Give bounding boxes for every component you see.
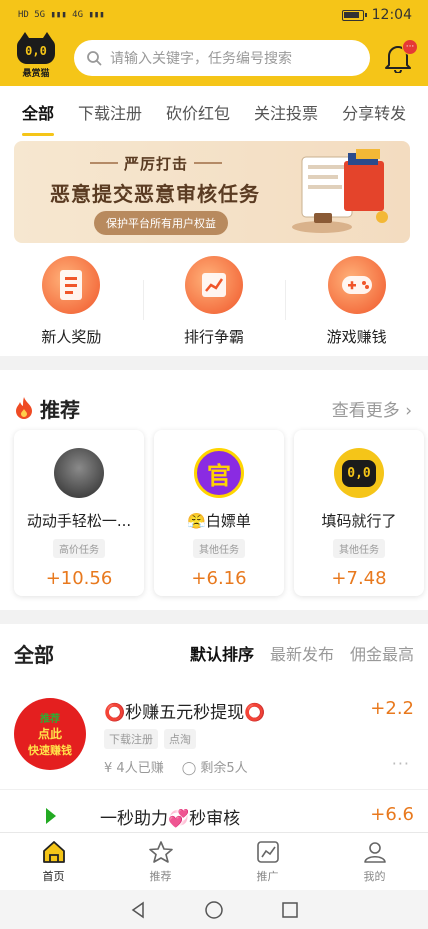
- nav-promote[interactable]: 推广: [214, 833, 321, 890]
- card-tag: 高价任务: [53, 539, 105, 558]
- home-circle-icon[interactable]: [204, 900, 224, 920]
- view-more-link[interactable]: 查看更多 ›: [332, 396, 412, 421]
- card-name: 😤白嫖单: [187, 512, 251, 530]
- sort-default[interactable]: 默认排序: [190, 641, 254, 665]
- card-price: +10.56: [45, 568, 113, 589]
- avatar: 官: [194, 448, 244, 498]
- gamepad-icon: [327, 256, 386, 314]
- battery-icon: [341, 9, 367, 21]
- list-item[interactable]: 推荐 点此 快速赚钱 ⭕秒赚五元秒提现⭕ 下载注册 点淘 ¥ 4人已赚 ◯ 剩余…: [0, 682, 428, 790]
- earned-count: ¥ 4人已赚: [104, 761, 164, 776]
- all-title: 全部: [14, 642, 54, 667]
- avatar: 0,0: [334, 448, 384, 498]
- nav-recommend[interactable]: 推荐: [107, 833, 214, 890]
- card-tag: 其他任务: [333, 539, 385, 558]
- logo-text: 悬赏猫: [22, 68, 50, 79]
- status-time: 12:04: [371, 7, 412, 23]
- search-icon: [87, 51, 102, 66]
- quick-ranking[interactable]: 排行争霸: [142, 252, 286, 352]
- gavel-illustration: [292, 149, 388, 233]
- tab-download-register[interactable]: 下载注册: [78, 100, 142, 124]
- quick-game-earn[interactable]: 游戏赚钱: [285, 252, 428, 352]
- status-bar: HD 5G ▮▮▮ 4G ▮▮▮ 12:04: [0, 0, 428, 30]
- chevron-right-icon: ›: [405, 400, 412, 421]
- task-thumbnail: 推荐 点此 快速赚钱: [14, 698, 86, 770]
- person-icon: ◯: [181, 761, 197, 776]
- remaining-count: ◯ 剩余5人: [181, 761, 248, 776]
- card-name: 填码就行了: [321, 512, 397, 530]
- system-nav-bar: [0, 890, 428, 929]
- search-placeholder: 请输入关键字，任务编号搜索: [110, 51, 292, 67]
- banner-line2: 恶意提交恶意审核任务: [50, 182, 260, 206]
- recommend-card[interactable]: 动动手轻松一... 高价任务 +10.56: [14, 430, 144, 596]
- fire-icon: [16, 397, 32, 419]
- sort-latest[interactable]: 最新发布: [270, 641, 334, 665]
- search-input[interactable]: 请输入关键字，任务编号搜索: [74, 40, 370, 76]
- card-price: +6.16: [191, 568, 247, 589]
- quick-entries: 新人奖励 排行争霸 游戏赚钱: [0, 252, 428, 352]
- more-options-icon[interactable]: ···: [392, 754, 410, 773]
- gift-doc-icon: [42, 256, 101, 314]
- quick-label: 新人奖励: [41, 328, 102, 346]
- quick-label: 游戏赚钱: [326, 328, 387, 346]
- card-name: 动动手轻松一...: [26, 512, 132, 530]
- recommend-title: 推荐: [14, 394, 80, 423]
- tab-all[interactable]: 全部: [22, 100, 55, 136]
- header: 0,0 悬赏猫 请输入关键字，任务编号搜索 ···: [0, 30, 428, 86]
- sort-highest-commission[interactable]: 佣金最高: [350, 641, 414, 665]
- tab-share[interactable]: 分享转发: [342, 100, 406, 124]
- banner-line1: 严厉打击: [89, 155, 223, 173]
- task-title: ⭕秒赚五元秒提现⭕: [104, 703, 266, 723]
- recents-icon[interactable]: [280, 900, 300, 920]
- trend-icon: [256, 840, 279, 863]
- recommend-card[interactable]: 0,0 填码就行了 其他任务 +7.48: [294, 430, 424, 596]
- app-logo: 0,0 悬赏猫: [14, 31, 58, 80]
- all-tasks-section: 全部 默认排序 最新发布 佣金最高 推荐 点此 快速赚钱 ⭕秒赚五元秒提现⭕ 下…: [0, 624, 428, 834]
- card-tag: 其他任务: [193, 539, 245, 558]
- banner-line3: 保护平台所有用户权益: [94, 211, 228, 235]
- yen-icon: ¥: [104, 761, 113, 776]
- notification-badge: ···: [402, 39, 418, 55]
- logo-face: 0,0: [17, 31, 55, 64]
- star-icon: [148, 840, 173, 863]
- user-icon: [363, 841, 386, 863]
- task-title: 一秒助力💞秒审核: [100, 809, 241, 829]
- home-icon: [42, 840, 65, 863]
- play-icon: [46, 808, 56, 824]
- task-tag: 点淘: [164, 729, 196, 749]
- back-icon[interactable]: [128, 900, 148, 920]
- top-bar: HD 5G ▮▮▮ 4G ▮▮▮ 12:04 0,0 悬赏猫 请输入关键字，任务…: [0, 0, 428, 86]
- recommend-card[interactable]: 官 😤白嫖单 其他任务 +6.16: [154, 430, 284, 596]
- notification-button[interactable]: ···: [384, 39, 418, 74]
- nav-mine[interactable]: 我的: [321, 833, 428, 890]
- recommend-section: 推荐 查看更多 › 动动手轻松一... 高价任务 +10.56 官 😤白嫖单 其…: [0, 370, 428, 610]
- chart-icon: [185, 256, 243, 314]
- task-tag: 下载注册: [104, 729, 158, 749]
- card-price: +7.48: [331, 568, 387, 589]
- announcement-banner[interactable]: 严厉打击 恶意提交恶意审核任务 保护平台所有用户权益: [14, 141, 410, 243]
- nav-home[interactable]: 首页: [0, 833, 107, 890]
- bottom-nav: 首页 推荐 推广 我的: [0, 832, 428, 890]
- tab-follow-vote[interactable]: 关注投票: [254, 100, 318, 124]
- quick-label: 排行争霸: [184, 328, 245, 346]
- quick-newbie-reward[interactable]: 新人奖励: [0, 252, 143, 352]
- task-price: +6.6: [370, 804, 414, 825]
- task-price: +2.2: [370, 698, 414, 719]
- category-tabs: 全部 下载注册 砍价红包 关注投票 分享转发: [0, 86, 428, 138]
- list-item[interactable]: 一秒助力💞秒审核 +6.6: [0, 790, 428, 829]
- avatar: [54, 448, 104, 498]
- status-indicators: HD 5G ▮▮▮ 4G ▮▮▮: [18, 10, 105, 20]
- tab-bargain[interactable]: 砍价红包: [166, 100, 230, 124]
